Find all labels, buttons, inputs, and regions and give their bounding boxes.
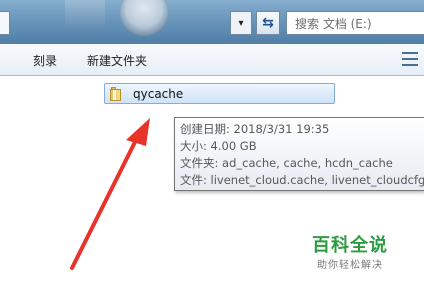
watermark-logo: 百科全说 助你轻松解决 [300,229,400,275]
watermark-title: 百科全说 [312,235,388,256]
arrow-head-icon [126,118,150,146]
watermark-subtitle: 助你轻松解决 [317,260,383,271]
arrow-shaft [70,134,140,270]
explorer-window: ▾ ⇆ 搜索 文档 (E:) ▾ 刻录 新建文件夹 qycache 创建日期: … [0,0,424,302]
